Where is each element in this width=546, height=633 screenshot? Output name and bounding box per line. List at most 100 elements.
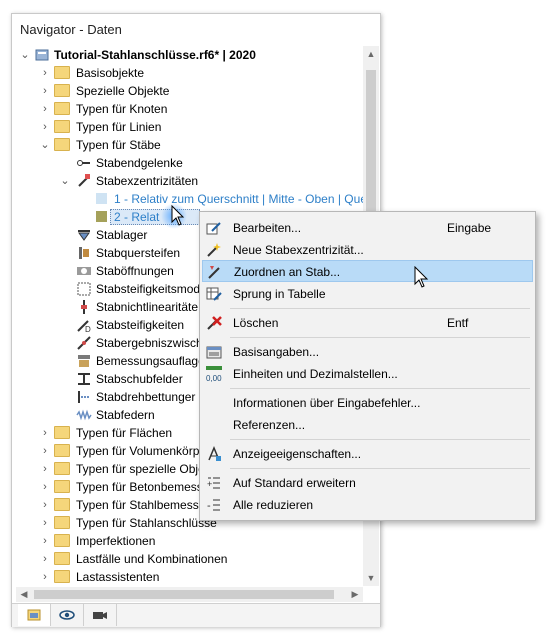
folder-icon [54, 444, 70, 457]
tree-item-label: Stabsteifigkeitsmod [96, 282, 201, 296]
base-data-icon [206, 344, 222, 360]
tree-item-label: Stabnichtlinearitäte [96, 300, 199, 314]
tree-item-label: Typen für Stäbe [76, 138, 161, 152]
nonlinearity-icon [76, 299, 92, 315]
chevron-right-icon[interactable]: › [40, 424, 50, 442]
tree-item-label: Typen für spezielle Obje [76, 462, 205, 476]
tree-item-label: Spezielle Objekte [76, 84, 170, 98]
tree-item-label: Typen für Flächen [76, 426, 173, 440]
tab-data[interactable] [18, 604, 51, 626]
tree-item-label: Stablager [96, 228, 148, 242]
assign-icon [207, 264, 223, 280]
tree-item-label: 1 - Relativ zum Querschnitt | Mitte - Ob… [114, 192, 363, 206]
folder-icon [54, 120, 70, 133]
panel-title: Navigator - Daten [20, 22, 122, 37]
tree-item-label: Stabquersteifen [96, 246, 181, 260]
folder-icon [54, 534, 70, 547]
folder-icon [54, 480, 70, 493]
chevron-right-icon[interactable]: › [40, 532, 50, 550]
tab-views[interactable] [84, 604, 117, 626]
menu-item-alle-reduzieren[interactable]: - Alle reduzieren [202, 494, 533, 516]
menu-item-neue-stabexzentrizitaet[interactable]: Neue Stabexzentrizität... [202, 239, 533, 261]
scroll-down-icon[interactable]: ▼ [363, 570, 379, 586]
chevron-right-icon[interactable]: › [40, 64, 50, 82]
delete-icon [206, 315, 222, 331]
chevron-down-icon[interactable]: ⌄ [20, 46, 30, 64]
chevron-right-icon[interactable]: › [40, 568, 50, 586]
chevron-right-icon[interactable]: › [40, 442, 50, 460]
folder-icon [54, 138, 70, 151]
horizontal-scroll-thumb[interactable] [34, 590, 334, 599]
tree-item-label: Stabergebniszwisch [96, 336, 203, 350]
tree-item-label: Typen für Stahlbemessu [76, 498, 206, 512]
chevron-down-icon[interactable]: ⌄ [40, 136, 50, 154]
menu-item-sprung-in-tabelle[interactable]: Sprung in Tabelle [202, 283, 533, 305]
click-highlight-cursor [160, 202, 200, 241]
tree-item-label: Stabschubfelder [96, 372, 183, 386]
scroll-left-icon[interactable]: ◀ [16, 587, 32, 602]
tree-item-label: Stabexzentrizitäten [96, 174, 199, 188]
menu-item-referenzen[interactable]: Referenzen... [202, 414, 533, 436]
mouse-pointer-icon [414, 265, 430, 293]
chevron-right-icon[interactable]: › [40, 118, 50, 136]
menu-separator [230, 439, 530, 440]
shear-panel-icon [76, 371, 92, 387]
chevron-right-icon[interactable]: › [40, 478, 50, 496]
tree-item-label: Typen für Betonbemess [76, 480, 203, 494]
svg-text:-: - [207, 500, 211, 512]
folder-icon [54, 102, 70, 115]
eccentricity-icon [76, 173, 92, 189]
stiffness-icon: D [76, 317, 92, 334]
tree-item-label: Stabdrehbettunger [96, 390, 196, 404]
collapse-icon: - [206, 497, 222, 513]
tree-item-label: Stabendgelenke [96, 156, 183, 170]
menu-item-zuordnen-an-stab[interactable]: Zuordnen an Stab... [202, 260, 533, 282]
scroll-right-icon[interactable]: ▶ [347, 587, 363, 602]
menu-item-auf-standard-erweitern[interactable]: + Auf Standard erweitern [202, 472, 533, 494]
menu-item-basisangaben[interactable]: Basisangaben... [202, 341, 533, 363]
svg-text:+: + [207, 479, 212, 489]
scroll-up-icon[interactable]: ▲ [363, 46, 379, 62]
chevron-right-icon[interactable]: › [40, 550, 50, 568]
table-jump-icon [206, 286, 222, 302]
data-tab-icon [27, 609, 41, 621]
tree-item-label: Staböffnungen [96, 264, 174, 278]
chevron-right-icon[interactable]: › [40, 460, 50, 478]
units-icon: 0,00 [206, 366, 222, 383]
tree-item-label: Typen für Stahlanschlüsse [76, 516, 217, 530]
folder-icon [54, 84, 70, 97]
chevron-right-icon[interactable]: › [40, 496, 50, 514]
tree-item-label: Stabsteifigkeiten [96, 318, 185, 332]
menu-item-loeschen[interactable]: Löschen Entf [202, 312, 533, 334]
tree-item-label: Basisobjekte [76, 66, 145, 80]
tree-item-label: Typen für Volumenkörp [76, 444, 200, 458]
chevron-right-icon[interactable]: › [40, 514, 50, 532]
tab-display[interactable] [51, 604, 84, 626]
svg-text:0,00: 0,00 [206, 374, 222, 382]
eye-icon [59, 610, 75, 620]
edit-icon [206, 220, 222, 236]
tree-item-label: Imperfektionen [76, 534, 156, 548]
menu-item-einheiten[interactable]: 0,00 Einheiten und Dezimalstellen... [202, 363, 533, 385]
menu-item-bearbeiten[interactable]: Bearbeiten... Eingabe [202, 217, 533, 239]
menu-item-anzeigeeigenschaften[interactable]: Anzeigeeigenschaften... [202, 443, 533, 465]
navigator-tab-bar [12, 603, 380, 627]
support-icon [76, 227, 92, 243]
tree-item-label: Lastassistenten [76, 570, 160, 584]
horizontal-scrollbar[interactable]: ◀ ▶ [16, 587, 363, 602]
menu-separator [230, 308, 530, 309]
folder-icon [54, 426, 70, 439]
expand-icon: + [206, 475, 222, 491]
hinge-icon [76, 155, 92, 171]
display-props-icon [206, 446, 222, 462]
new-item-icon [206, 242, 222, 258]
folder-icon [54, 516, 70, 529]
folder-icon [54, 498, 70, 511]
folder-icon [54, 462, 70, 475]
chevron-down-icon[interactable]: ⌄ [60, 172, 70, 190]
tree-root-label: Tutorial-Stahlanschlüsse.rf6* | 2020 [54, 48, 256, 62]
chevron-right-icon[interactable]: › [40, 100, 50, 118]
menu-separator [230, 388, 530, 389]
menu-item-informationen-eingabefehler[interactable]: Informationen über Eingabefehler... [202, 392, 533, 414]
chevron-right-icon[interactable]: › [40, 82, 50, 100]
